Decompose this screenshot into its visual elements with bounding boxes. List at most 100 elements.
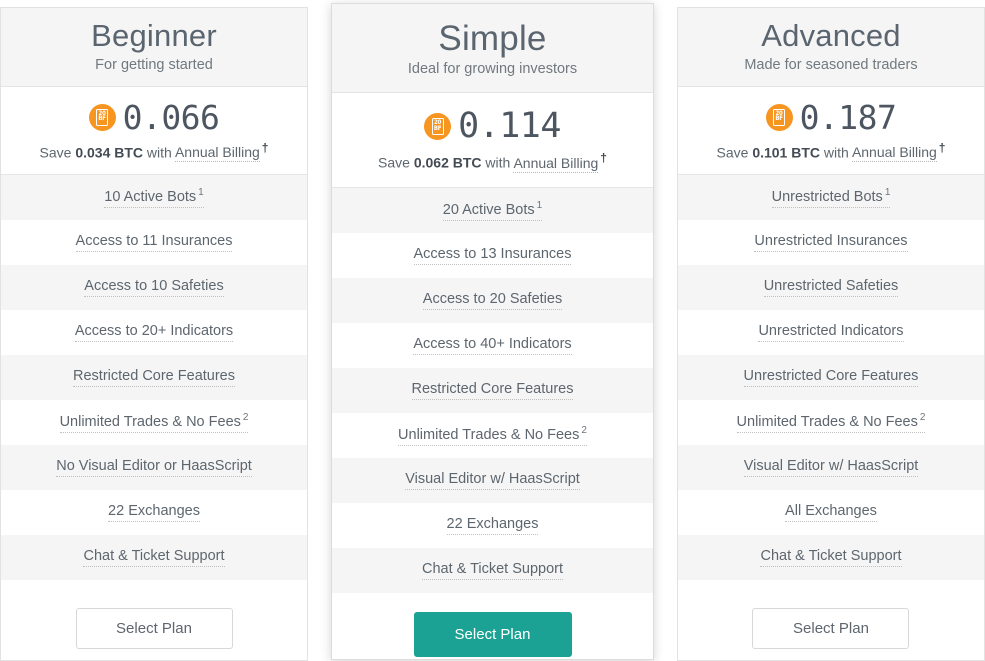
feature-row: Access to 10 Safeties xyxy=(1,265,308,311)
feature-text: 22 Exchanges xyxy=(108,503,200,520)
feature-label[interactable]: Access to 40+ Indicators xyxy=(413,335,572,355)
dagger-footnote-icon: † xyxy=(938,140,946,155)
annual-billing-link[interactable]: Annual Billing xyxy=(851,144,937,163)
feature-text: Access to 13 Insurances xyxy=(413,245,572,262)
feature-footnote-marker: 2 xyxy=(581,425,587,437)
feature-label[interactable]: Unrestricted Safeties xyxy=(763,278,899,298)
savings-prefix: Save xyxy=(39,144,72,161)
feature-label[interactable]: 22 Exchanges xyxy=(108,503,200,523)
btc-coin-icon: 20 BF xyxy=(765,103,793,131)
feature-text: 10 Active Bots xyxy=(104,189,197,206)
savings-prefix: Save xyxy=(716,144,749,161)
feature-text: Unrestricted Indicators xyxy=(758,323,904,340)
price-row: 20 BF 0.114 xyxy=(338,109,647,144)
feature-row: No Visual Editor or HaasScript xyxy=(1,445,308,491)
feature-footnote-marker: 1 xyxy=(198,187,204,199)
feature-footnote-marker: 1 xyxy=(884,187,891,199)
feature-row: Restricted Core Features xyxy=(1,355,308,401)
feature-row: Chat & Ticket Support xyxy=(677,535,984,581)
btc-coin-glyph: 20 BF xyxy=(773,108,786,126)
feature-text: Unrestricted Safeties xyxy=(763,278,899,295)
feature-label[interactable]: Restricted Core Features xyxy=(73,368,235,388)
feature-text: Chat & Ticket Support xyxy=(83,548,225,565)
annual-billing-link[interactable]: Annual Billing xyxy=(513,154,599,173)
select-plan-button-advanced[interactable]: Select Plan xyxy=(752,608,910,650)
feature-label[interactable]: Chat & Ticket Support xyxy=(760,548,902,568)
feature-row: Access to 11 Insurances xyxy=(1,220,308,266)
feature-label[interactable]: No Visual Editor or HaasScript xyxy=(56,458,252,478)
feature-text: All Exchanges xyxy=(785,503,877,520)
price-block-beginner: 20 BF 0.066 Save 0.034 BTC with Annual Bill… xyxy=(1,86,308,176)
feature-label[interactable]: Unlimited Trades & No Fees 2 xyxy=(59,412,249,434)
dagger-footnote-icon: † xyxy=(600,151,607,166)
feature-label[interactable]: 20 Active Bots 1 xyxy=(442,200,543,221)
feature-label[interactable]: Unrestricted Core Features xyxy=(743,368,919,388)
feature-label[interactable]: Access to 20 Safeties xyxy=(422,290,563,310)
feature-text: Access to 40+ Indicators xyxy=(413,335,572,352)
feature-row: Access to 40+ Indicators xyxy=(332,322,653,368)
feature-label[interactable]: Chat & Ticket Support xyxy=(421,560,564,580)
feature-row: Chat & Ticket Support xyxy=(1,535,308,581)
feature-footnote-marker: 2 xyxy=(919,412,926,424)
feature-label[interactable]: Unrestricted Bots 1 xyxy=(771,187,891,209)
feature-text: Access to 20 Safeties xyxy=(422,290,563,307)
annual-billing-link[interactable]: Annual Billing xyxy=(174,144,260,163)
feature-text: Chat & Ticket Support xyxy=(421,560,564,577)
price-amount: 0.187 xyxy=(799,97,897,137)
feature-text: No Visual Editor or HaasScript xyxy=(56,458,252,475)
feature-text: Access to 11 Insurances xyxy=(75,233,233,250)
btc-coin-glyph: 20 BF xyxy=(96,108,109,126)
feature-label[interactable]: Chat & Ticket Support xyxy=(83,548,225,568)
plan-name: Beginner xyxy=(91,18,217,53)
btc-coin-icon: 20 BF xyxy=(424,113,452,141)
feature-row: Access to 13 Insurances xyxy=(332,232,653,278)
price-block-advanced: 20 BF 0.187 Save 0.101 BTC with Annual Bill… xyxy=(677,86,984,176)
btc-coin-glyph-line2: BF xyxy=(98,115,106,123)
feature-label[interactable]: 22 Exchanges xyxy=(446,515,539,535)
feature-footnote-marker: 1 xyxy=(536,200,543,212)
feature-row: 22 Exchanges xyxy=(1,490,308,536)
feature-text: 22 Exchanges xyxy=(446,515,539,532)
plan-tagline: For getting started xyxy=(95,56,213,73)
btc-coin-glyph: 20 BF xyxy=(431,118,444,136)
feature-text: Access to 20+ Indicators xyxy=(74,323,234,340)
feature-label[interactable]: Access to 13 Insurances xyxy=(413,245,572,265)
dagger-footnote-icon: † xyxy=(261,140,269,155)
price-row: 20 BF 0.066 xyxy=(7,101,301,134)
feature-row: Visual Editor w/ HaasScript xyxy=(677,445,984,491)
savings-middle: with xyxy=(485,154,511,171)
feature-text: Access to 10 Safeties xyxy=(84,278,224,295)
feature-row: 22 Exchanges xyxy=(332,502,653,548)
feature-label[interactable]: Visual Editor w/ HaasScript xyxy=(743,458,919,478)
feature-row: 10 Active Bots 1 xyxy=(1,175,308,221)
cta-container-simple: Select Plan xyxy=(332,592,653,659)
feature-label[interactable]: Unrestricted Insurances xyxy=(754,233,908,253)
select-plan-button-beginner[interactable]: Select Plan xyxy=(75,608,233,650)
feature-row: Unlimited Trades & No Fees 2 xyxy=(677,400,984,446)
feature-label[interactable]: Access to 11 Insurances xyxy=(75,233,233,253)
feature-label[interactable]: Unlimited Trades & No Fees 2 xyxy=(398,425,587,446)
btc-coin-icon: 20 BF xyxy=(88,103,116,131)
feature-text: Restricted Core Features xyxy=(411,380,574,397)
feature-label[interactable]: Unrestricted Indicators xyxy=(758,323,904,343)
select-plan-button-simple[interactable]: Select Plan xyxy=(413,611,572,657)
savings-note: Save 0.101 BTC with Annual Billing † xyxy=(684,140,978,163)
feature-label[interactable]: Unlimited Trades & No Fees 2 xyxy=(736,412,926,434)
feature-text: Restricted Core Features xyxy=(73,368,235,385)
feature-label[interactable]: Visual Editor w/ HaasScript xyxy=(405,471,580,490)
feature-label[interactable]: Access to 20+ Indicators xyxy=(74,323,234,343)
plan-header-simple: Simple Ideal for growing investors xyxy=(332,4,653,94)
plan-tagline: Ideal for growing investors xyxy=(407,61,578,78)
feature-label[interactable]: 10 Active Bots 1 xyxy=(104,187,204,209)
feature-row: Unlimited Trades & No Fees 2 xyxy=(332,412,653,458)
feature-label[interactable]: Restricted Core Features xyxy=(411,380,574,400)
feature-row: Chat & Ticket Support xyxy=(332,547,653,593)
savings-note: Save 0.034 BTC with Annual Billing † xyxy=(7,140,301,163)
feature-label[interactable]: Access to 10 Safeties xyxy=(84,278,224,298)
savings-amount: 0.101 BTC xyxy=(752,144,821,161)
savings-note: Save 0.062 BTC with Annual Billing † xyxy=(338,151,647,173)
feature-label[interactable]: All Exchanges xyxy=(785,503,877,523)
feature-row: Unrestricted Bots 1 xyxy=(677,175,984,221)
plan-name: Advanced xyxy=(761,18,901,53)
savings-middle: with xyxy=(146,144,172,161)
